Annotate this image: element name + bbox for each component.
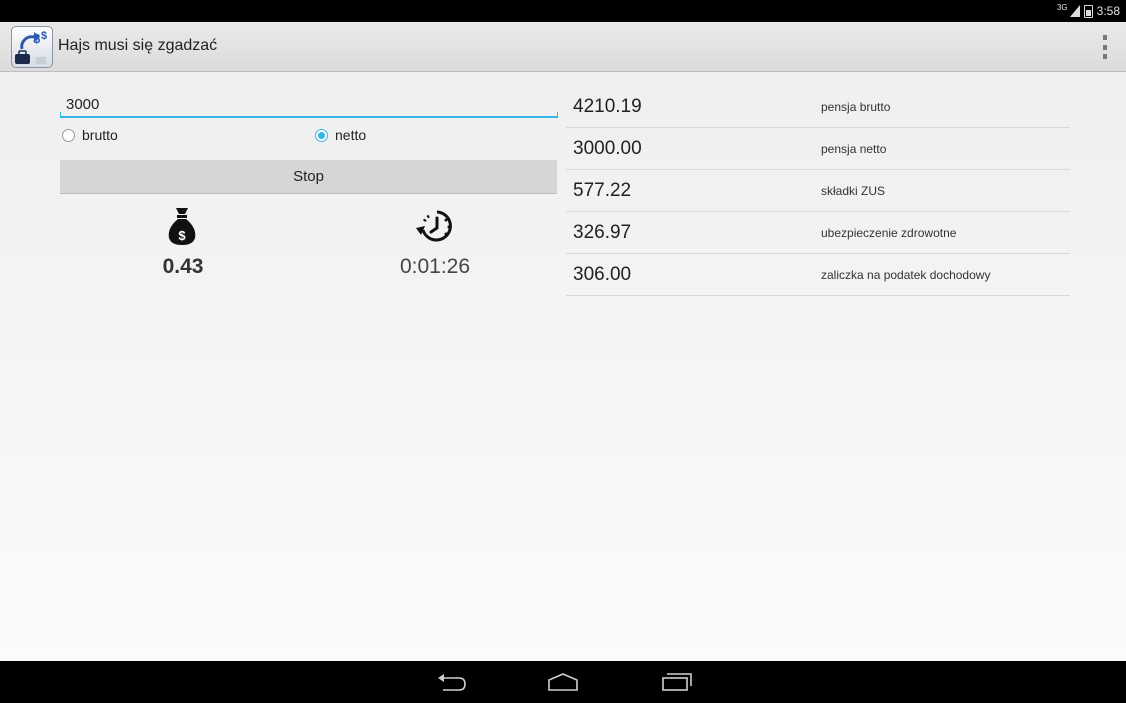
- radio-brutto-circle[interactable]: [62, 128, 75, 142]
- navigation-bar: [0, 661, 1126, 703]
- breakdown-label: pensja brutto: [821, 100, 891, 114]
- svg-text:$: $: [41, 30, 47, 42]
- status-bar: 3G 3:58: [0, 0, 1126, 22]
- action-bar: $ $ Hajs musi się zgadzać: [0, 22, 1126, 72]
- overflow-menu-icon[interactable]: [1100, 35, 1110, 59]
- breakdown-row: 577.22 składki ZUS: [566, 170, 1070, 212]
- breakdown-label: składki ZUS: [821, 184, 886, 198]
- clock: 3:58: [1096, 4, 1120, 18]
- breakdown-row: 326.97 ubezpieczenie zdrowotne: [566, 212, 1070, 254]
- radio-netto-circle[interactable]: [315, 128, 328, 142]
- breakdown-table: 4210.19 pensja brutto 3000.00 pensja net…: [566, 86, 1070, 296]
- battery-icon: [1083, 4, 1093, 18]
- timer-icon: [416, 210, 452, 242]
- stop-button[interactable]: Stop: [60, 160, 557, 194]
- home-icon[interactable]: [547, 672, 579, 692]
- salary-input[interactable]: [60, 90, 557, 118]
- radio-brutto[interactable]: brutto: [62, 127, 118, 143]
- breakdown-label: pensja netto: [821, 142, 887, 156]
- overflow-dot: [1103, 35, 1107, 40]
- radio-netto-label: netto: [335, 127, 367, 143]
- svg-text:$: $: [33, 31, 41, 46]
- svg-text:$: $: [178, 228, 186, 243]
- radio-netto[interactable]: netto: [315, 127, 366, 143]
- breakdown-row: 306.00 zaliczka na podatek dochodowy: [566, 254, 1070, 296]
- breakdown-amount: 306.00: [573, 264, 632, 285]
- breakdown-amount: 4210.19: [573, 96, 642, 117]
- underline-tick-right: [557, 112, 558, 117]
- network-type: 3G: [1056, 2, 1068, 12]
- overflow-dot: [1103, 44, 1107, 50]
- money-bag-icon: $: [168, 208, 196, 245]
- recents-icon[interactable]: [661, 672, 693, 692]
- radio-brutto-label: brutto: [82, 127, 118, 143]
- underline-tick-left: [60, 112, 61, 117]
- breakdown-row: 3000.00 pensja netto: [566, 128, 1070, 170]
- overflow-dot: [1103, 54, 1107, 59]
- breakdown-amount: 326.97: [573, 222, 632, 243]
- salary-input-underline: [60, 112, 558, 118]
- earned-value: 0.43: [162, 255, 204, 278]
- app-icon[interactable]: $ $: [11, 26, 53, 68]
- elapsed-time: 0:01:26: [399, 255, 471, 278]
- signal-icon: [1069, 5, 1080, 17]
- back-icon[interactable]: [437, 672, 467, 692]
- main-content: brutto netto Stop $ 0.43 0:01:26 4210.19…: [0, 72, 1126, 661]
- breakdown-amount: 577.22: [573, 180, 632, 201]
- breakdown-label: ubezpieczenie zdrowotne: [821, 226, 957, 240]
- breakdown-row: 4210.19 pensja brutto: [566, 86, 1070, 128]
- breakdown-label: zaliczka na podatek dochodowy: [821, 268, 991, 282]
- breakdown-amount: 3000.00: [573, 138, 642, 159]
- status-icons: 3G 3:58: [1057, 0, 1120, 22]
- app-title: Hajs musi się zgadzać: [58, 37, 218, 54]
